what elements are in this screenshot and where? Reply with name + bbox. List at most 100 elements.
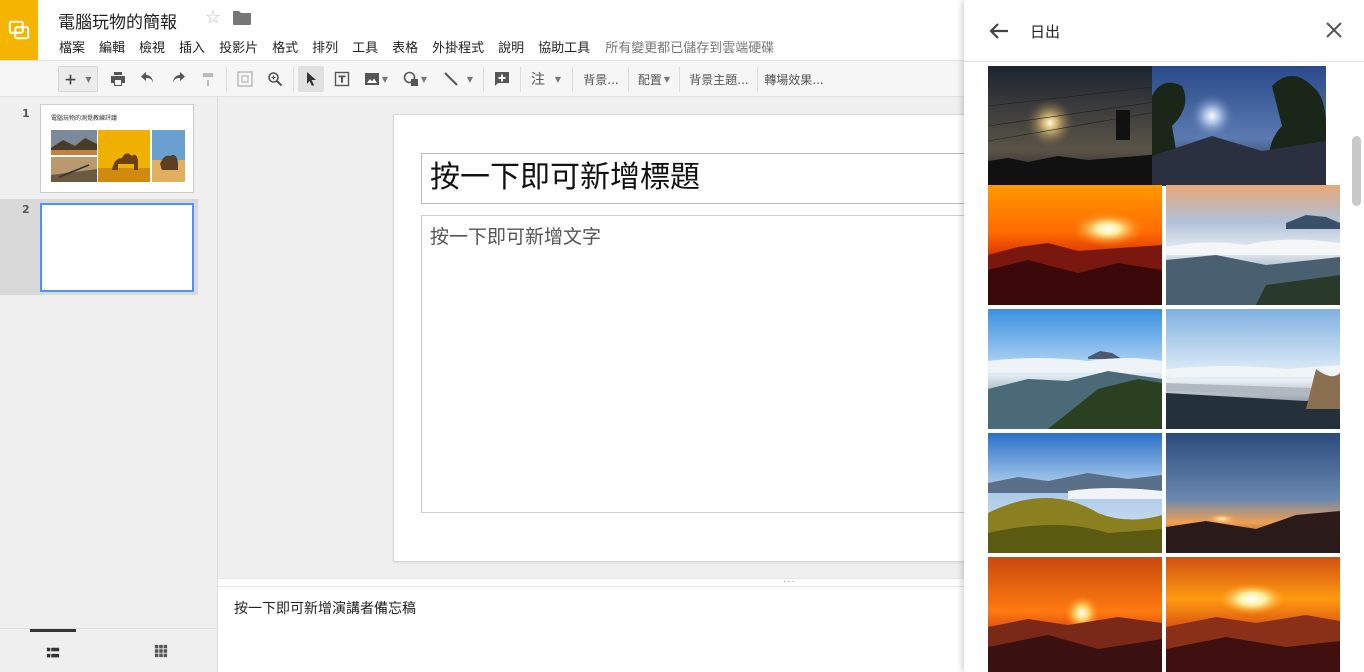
slides-logo[interactable] bbox=[0, 0, 38, 60]
chevron-down-icon: ▼ bbox=[85, 74, 92, 84]
background-label: 背景... bbox=[583, 72, 619, 87]
toolbar-divider bbox=[293, 67, 294, 92]
menu-tools[interactable]: 工具 bbox=[345, 37, 385, 56]
title-placeholder[interactable]: 按一下即可新增標題 bbox=[421, 153, 964, 204]
toolbar-divider bbox=[572, 67, 573, 92]
save-status[interactable]: 所有變更都已儲存到雲端硬碟 bbox=[605, 37, 774, 56]
chevron-down-icon: ▼ bbox=[381, 74, 389, 84]
layout-label: 配置 bbox=[637, 72, 662, 87]
toolbar-divider bbox=[757, 67, 758, 92]
filmstrip-slide-2[interactable]: 2 bbox=[0, 199, 198, 295]
document-title[interactable]: 電腦玩物的簡報 bbox=[58, 8, 177, 33]
zoom-in-icon bbox=[268, 72, 283, 87]
image-result-mountain-clouds[interactable] bbox=[988, 309, 1162, 429]
slide-thumbnail[interactable]: 電腦玩物的測覺教練評議 bbox=[40, 104, 194, 193]
star-icon[interactable]: ☆ bbox=[205, 7, 221, 28]
menu-file[interactable]: 檔案 bbox=[52, 37, 92, 56]
add-comment-icon bbox=[495, 72, 509, 86]
image-result-grassy-ridge[interactable] bbox=[988, 433, 1162, 553]
panel-header: 日出 bbox=[964, 0, 1364, 62]
current-slide[interactable]: 按一下即可新增標題 按一下即可新增文字 bbox=[393, 114, 964, 562]
menu-view[interactable]: 檢視 bbox=[132, 37, 172, 56]
image-result-red-sunrise[interactable] bbox=[988, 557, 1162, 672]
slides-app: 電腦玩物的簡報 ☆ 檔案 編輯 檢視 插入 投影片 格式 排列 工具 表格 外掛… bbox=[0, 0, 1364, 672]
list-view-button[interactable] bbox=[30, 629, 76, 672]
menu-addons[interactable]: 外掛程式 bbox=[425, 37, 491, 56]
menu-edit[interactable]: 編輯 bbox=[92, 37, 132, 56]
menu-arrange[interactable]: 排列 bbox=[305, 37, 345, 56]
image-result-blue-dawn[interactable] bbox=[1166, 433, 1340, 553]
menu-accessibility[interactable]: 協助工具 bbox=[531, 37, 597, 56]
menu-slide[interactable]: 投影片 bbox=[212, 37, 265, 56]
text-box-button[interactable] bbox=[330, 66, 354, 92]
image-result-golden-sunrise[interactable] bbox=[1166, 557, 1340, 672]
paint-format-button[interactable] bbox=[196, 66, 220, 92]
image-icon bbox=[364, 73, 379, 85]
zoom-button[interactable] bbox=[263, 66, 287, 92]
toolbar-divider bbox=[483, 67, 484, 92]
redo-icon bbox=[173, 72, 185, 83]
text-box-icon bbox=[334, 71, 350, 87]
image-search-panel: 日出 bbox=[964, 0, 1364, 672]
app-header: 電腦玩物的簡報 ☆ 檔案 編輯 檢視 插入 投影片 格式 排列 工具 表格 外掛… bbox=[0, 0, 964, 60]
filmstrip-slide-1[interactable]: 1 電腦玩物的測覺教練評議 bbox=[0, 103, 198, 195]
chevron-down-icon: ▼ bbox=[554, 74, 562, 84]
layout-button[interactable]: 配置 ▼ bbox=[633, 66, 675, 92]
slides-logo-icon bbox=[8, 20, 30, 40]
menu-bar: 檔案 編輯 檢視 插入 投影片 格式 排列 工具 表格 外掛程式 說明 協助工具… bbox=[52, 37, 774, 56]
fit-zoom-button[interactable] bbox=[233, 66, 257, 92]
theme-button[interactable]: 背景主題... bbox=[685, 66, 753, 92]
line-button[interactable]: ▼ bbox=[440, 66, 476, 92]
comment-menu-label: 注 bbox=[530, 72, 545, 88]
toolbar: ▼ ▼ ▼ ▼ 注 ▼ 背景... 配置 ▼ 背景主題... 轉場效果... bbox=[0, 60, 964, 97]
undo-icon bbox=[141, 72, 153, 83]
chevron-down-icon: ▼ bbox=[663, 74, 671, 84]
menu-insert[interactable]: 插入 bbox=[172, 37, 212, 56]
close-icon[interactable] bbox=[1324, 20, 1344, 40]
image-result-sunrise-city[interactable] bbox=[988, 66, 1162, 186]
select-tool-button[interactable] bbox=[298, 66, 324, 92]
menu-table[interactable]: 表格 bbox=[385, 37, 425, 56]
fit-screen-icon bbox=[237, 71, 253, 87]
folder-icon[interactable] bbox=[233, 11, 251, 25]
menu-format[interactable]: 格式 bbox=[265, 37, 305, 56]
shapes-icon bbox=[403, 71, 418, 86]
comment-button[interactable] bbox=[490, 66, 514, 92]
speaker-notes-placeholder[interactable]: 按一下即可新增演講者備忘稿 bbox=[234, 598, 416, 618]
chevron-down-icon: ▼ bbox=[466, 74, 474, 84]
print-button[interactable] bbox=[106, 66, 130, 92]
comment-menu-button[interactable]: 注 ▼ bbox=[526, 66, 566, 92]
speaker-notes-area[interactable]: 按一下即可新增演講者備忘稿 bbox=[218, 587, 964, 672]
image-result-orange-sunrise[interactable] bbox=[988, 185, 1162, 305]
grid-view-button[interactable] bbox=[138, 629, 184, 672]
back-arrow-icon[interactable] bbox=[988, 20, 1010, 42]
thumbnail-title: 電腦玩物的測覺教練評議 bbox=[51, 115, 118, 122]
undo-button[interactable] bbox=[136, 66, 160, 92]
notes-resize-handle[interactable]: ··· bbox=[218, 577, 964, 588]
thumbnail-photo-camel bbox=[98, 130, 150, 182]
chevron-down-icon: ▼ bbox=[420, 74, 428, 84]
image-results-grid bbox=[964, 62, 1364, 672]
line-icon bbox=[444, 72, 458, 86]
toolbar-divider bbox=[226, 67, 227, 92]
image-result-sea-of-clouds[interactable] bbox=[1166, 185, 1340, 305]
background-button[interactable]: 背景... bbox=[578, 66, 624, 92]
filmstrip-view-switcher bbox=[0, 628, 217, 672]
insert-image-button[interactable]: ▼ bbox=[360, 66, 392, 92]
new-slide-button[interactable]: ▼ bbox=[58, 66, 98, 92]
transition-button[interactable]: 轉場效果... bbox=[762, 66, 826, 92]
toolbar-divider bbox=[520, 67, 521, 92]
toolbar-divider bbox=[679, 67, 680, 92]
grid-view-icon bbox=[154, 644, 168, 658]
paint-roller-icon bbox=[203, 73, 213, 86]
image-result-mountain-road[interactable] bbox=[1166, 309, 1340, 429]
panel-scrollbar[interactable] bbox=[1352, 136, 1361, 206]
body-placeholder[interactable]: 按一下即可新增文字 bbox=[421, 215, 964, 513]
redo-button[interactable] bbox=[166, 66, 190, 92]
shape-button[interactable]: ▼ bbox=[398, 66, 432, 92]
image-result-sunrise-trees[interactable] bbox=[1152, 66, 1326, 186]
cursor-arrow-icon bbox=[307, 72, 316, 86]
slide-thumbnail-selected[interactable] bbox=[40, 203, 194, 292]
menu-help[interactable]: 說明 bbox=[491, 37, 531, 56]
panel-title: 日出 bbox=[1030, 23, 1061, 41]
